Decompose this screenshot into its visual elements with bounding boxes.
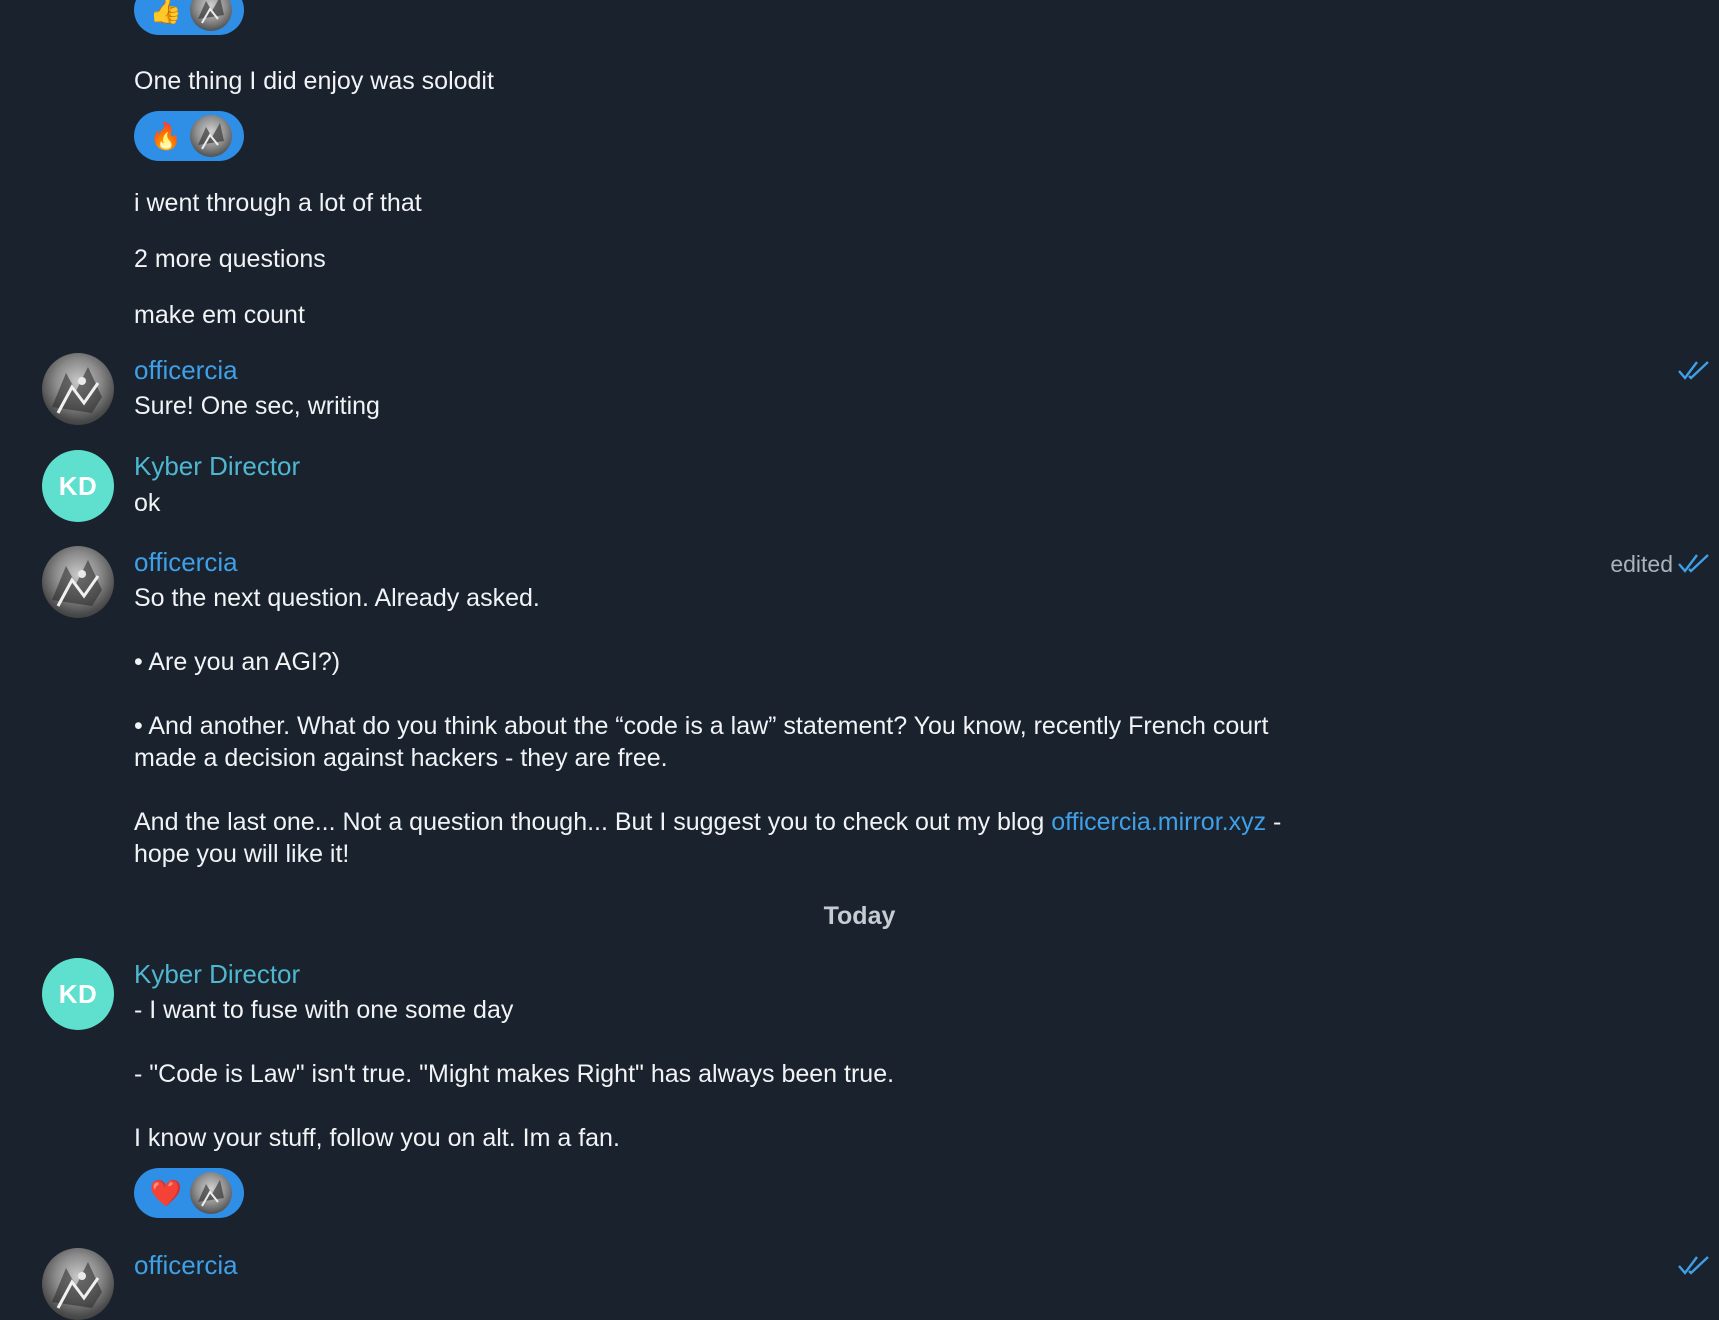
reactor-avatar	[190, 1172, 232, 1214]
author-name[interactable]: officercia	[134, 1249, 238, 1281]
message-text: I know your stuff, follow you on alt. Im…	[134, 1124, 620, 1152]
double-check-icon	[1678, 1256, 1709, 1275]
message-text: ok	[134, 489, 161, 517]
fire-icon: 🔥	[149, 121, 183, 151]
message-text: Sure! One sec, writing	[134, 392, 380, 420]
message-text: make em count	[134, 301, 305, 329]
message-text: hope you will like it!	[134, 840, 350, 868]
officercia-avatar[interactable]	[42, 353, 114, 425]
message-text: One thing I did enjoy was solodit	[134, 67, 494, 95]
message-text: So the next question. Already asked.	[134, 584, 540, 612]
reactor-avatar	[190, 115, 232, 157]
chat-history[interactable]: 👍 One thing I did enjoy was solodit 🔥 i …	[0, 0, 1719, 1320]
message-text: - "Code is Law" isn't true. "Might makes…	[134, 1060, 895, 1088]
heart-icon: ❤️	[149, 1178, 183, 1208]
thumbs-up-icon: 👍	[149, 0, 183, 25]
reaction-pill[interactable]: ❤️	[134, 1168, 244, 1218]
author-name[interactable]: officercia	[134, 546, 238, 578]
reaction-pill[interactable]: 🔥	[134, 111, 244, 161]
author-name[interactable]: Kyber Director	[134, 450, 300, 482]
message-text: - I want to fuse with one some day	[134, 996, 514, 1024]
message-text: i went through a lot of that	[134, 189, 422, 217]
double-check-icon	[1678, 361, 1709, 380]
edited-label: edited	[1610, 551, 1673, 577]
kyber-director-avatar[interactable]: KD	[42, 958, 114, 1030]
message-text: 2 more questions	[134, 245, 326, 273]
kyber-director-avatar[interactable]: KD	[42, 450, 114, 522]
author-name[interactable]: officercia	[134, 354, 238, 386]
message-text-part: And the last one... Not a question thoug…	[134, 808, 1052, 836]
reactor-avatar	[190, 0, 232, 31]
message-text: made a decision against hackers - they a…	[134, 744, 668, 772]
date-separator: Today	[823, 902, 896, 930]
author-name[interactable]: Kyber Director	[134, 958, 300, 990]
double-check-icon	[1678, 554, 1709, 573]
message-text-part: -	[1266, 808, 1282, 836]
message-text: And the last one... Not a question thoug…	[134, 806, 1281, 838]
message-text: • Are you an AGI?)	[134, 648, 341, 676]
reaction-pill[interactable]: 👍	[134, 0, 244, 35]
officercia-avatar[interactable]	[42, 546, 114, 618]
officercia-avatar[interactable]	[42, 1248, 114, 1320]
message-text: • And another. What do you think about t…	[134, 712, 1269, 740]
blog-link[interactable]: officercia.mirror.xyz	[1051, 808, 1266, 836]
